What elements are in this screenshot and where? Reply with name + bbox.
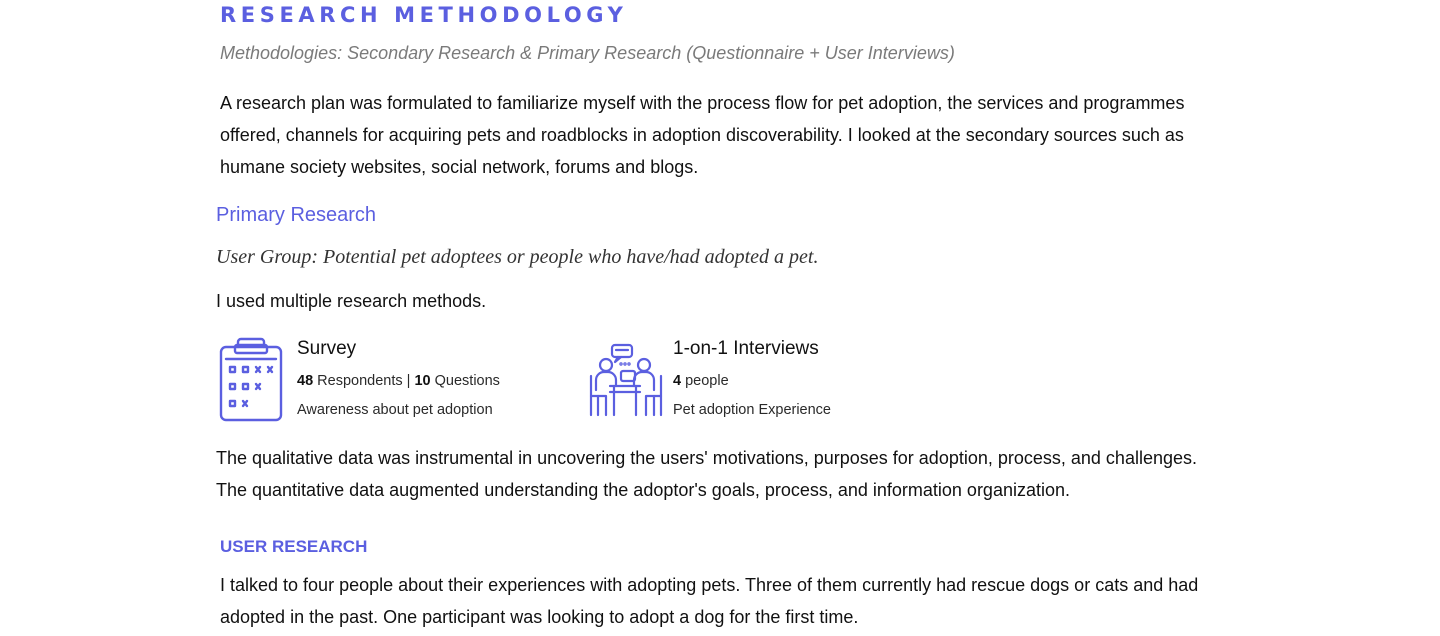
summary-line-quantitative: The quantitative data augmented understa… <box>216 480 1070 500</box>
questions-label: Questions <box>434 373 500 389</box>
people-label: people <box>685 373 729 389</box>
user-research-paragraph: I talked to four people about their expe… <box>220 575 1199 627</box>
methodology-paragraph: A research plan was formulated to famili… <box>220 93 1185 177</box>
interviews-description: Pet adoption Experience <box>673 402 831 418</box>
respondents-count: 48 <box>297 373 314 389</box>
people-count: 4 <box>673 373 682 389</box>
section-title: RESEARCH METHODOLOGY <box>220 3 628 27</box>
survey-title: Survey <box>297 338 357 359</box>
user-group-text: User Group: Potential pet adoptees or pe… <box>216 246 819 268</box>
clipboard-icon <box>218 337 286 423</box>
questions-count: 10 <box>414 373 431 389</box>
methods-intro: I used multiple research methods. <box>216 291 487 311</box>
interview-icon <box>588 342 664 418</box>
methodologies-subtitle: Methodologies: Secondary Research & Prim… <box>220 43 955 63</box>
interviews-stats: 4 people <box>673 373 729 389</box>
interviews-title: 1-on-1 Interviews <box>673 338 819 359</box>
stats-separator: | <box>406 373 411 389</box>
respondents-label: Respondents <box>317 373 403 389</box>
user-research-heading: USER RESEARCH <box>220 537 368 556</box>
primary-research-heading: Primary Research <box>216 204 377 226</box>
summary-line-qualitative: The qualitative data was instrumental in… <box>216 448 1197 468</box>
survey-stats: 48 Respondents | 10 Questions <box>297 373 500 389</box>
survey-description: Awareness about pet adoption <box>297 402 493 418</box>
